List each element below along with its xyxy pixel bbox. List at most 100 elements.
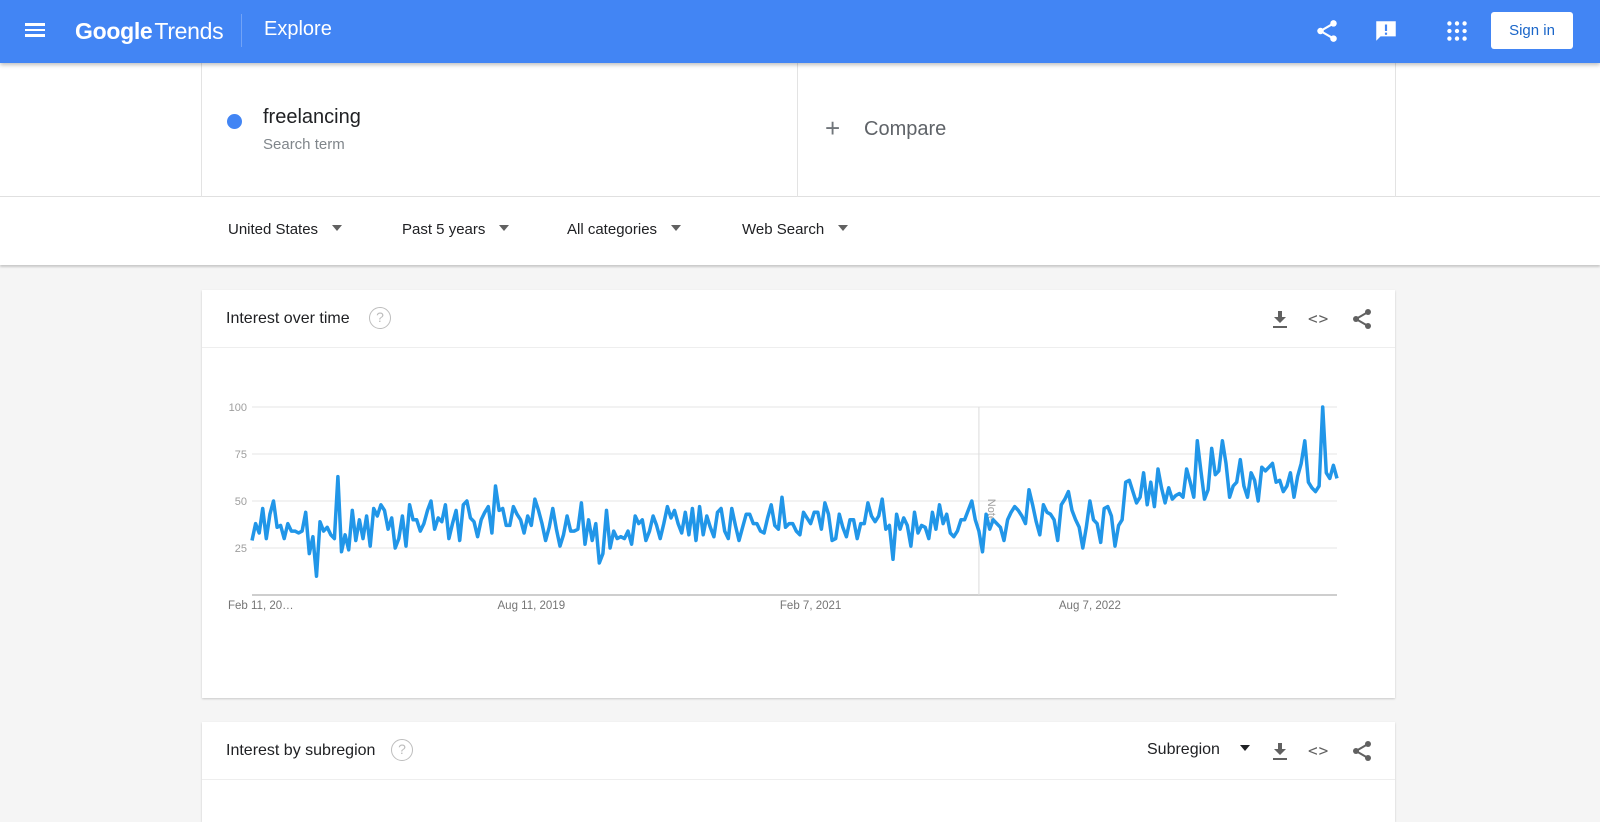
data-point <box>1188 480 1192 484</box>
data-point <box>963 518 967 522</box>
menu-icon[interactable] <box>23 20 47 44</box>
data-point <box>1177 492 1181 496</box>
search-term-card[interactable]: freelancing Search term <box>201 63 798 197</box>
share-icon[interactable] <box>1350 739 1374 763</box>
data-point <box>400 514 404 518</box>
data-point <box>1124 480 1128 484</box>
share-icon[interactable] <box>1314 18 1340 44</box>
data-point <box>504 523 508 527</box>
data-point <box>751 522 755 526</box>
data-point <box>1249 471 1253 475</box>
data-point <box>436 516 440 520</box>
search-term-name[interactable]: freelancing <box>263 106 361 129</box>
data-point <box>834 537 838 541</box>
data-point <box>798 533 802 537</box>
data-point <box>554 527 558 531</box>
x-tick-label: Aug 7, 2022 <box>1059 600 1121 612</box>
data-point <box>336 475 340 479</box>
data-point <box>930 510 934 514</box>
data-point <box>1331 463 1335 467</box>
compare-button[interactable]: + Compare <box>798 63 1396 197</box>
data-point <box>418 529 422 533</box>
data-point <box>529 523 533 527</box>
data-point <box>687 533 691 537</box>
data-point <box>293 529 297 533</box>
data-point <box>816 510 820 514</box>
data-point <box>540 522 544 526</box>
category-value: All categories <box>567 221 658 238</box>
data-point <box>1199 469 1203 473</box>
resolution-dropdown[interactable]: Subregion <box>1147 741 1250 759</box>
help-icon[interactable]: ? <box>391 739 413 761</box>
data-point <box>1066 490 1070 494</box>
data-point <box>780 495 784 499</box>
data-point <box>1034 520 1038 524</box>
data-point <box>873 520 877 524</box>
data-point <box>1163 501 1167 505</box>
google-trends-logo[interactable]: GoogleTrends <box>75 18 224 45</box>
category-dropdown[interactable]: All categories <box>567 221 682 238</box>
data-point <box>1024 522 1028 526</box>
data-point <box>511 505 515 509</box>
data-point <box>1256 499 1260 503</box>
data-point <box>519 518 523 522</box>
data-point <box>959 518 963 522</box>
apps-icon[interactable] <box>1444 18 1470 44</box>
search-property-value: Web Search <box>742 221 825 238</box>
data-point <box>494 484 498 488</box>
page-section-title: Explore <box>264 18 332 40</box>
data-point <box>354 539 358 543</box>
data-point <box>1306 480 1310 484</box>
data-point <box>1195 439 1199 443</box>
download-icon[interactable] <box>1268 739 1292 763</box>
data-point <box>923 525 927 529</box>
feedback-icon[interactable] <box>1373 18 1399 44</box>
data-point <box>1117 523 1121 527</box>
data-point <box>759 529 763 533</box>
data-point <box>250 539 254 543</box>
region-dropdown[interactable]: United States <box>228 221 343 238</box>
interest-over-time-chart[interactable]: 25 50 75 100 Feb 11, 20… Aug 11, 2019 Feb 7, … <box>202 348 1395 698</box>
data-point <box>859 522 863 526</box>
data-point <box>902 516 906 520</box>
share-icon[interactable] <box>1350 307 1374 331</box>
embed-code-icon[interactable]: <> <box>1308 307 1332 331</box>
data-point <box>870 514 874 518</box>
data-point <box>454 508 458 512</box>
data-point <box>501 507 505 511</box>
data-point <box>522 531 526 535</box>
sign-in-button[interactable]: Sign in <box>1491 12 1573 49</box>
data-point <box>264 537 268 541</box>
data-point <box>945 512 949 516</box>
resolution-value: Subregion <box>1147 741 1220 758</box>
data-point <box>909 544 913 548</box>
card-title: Interest by subregion <box>226 742 376 759</box>
download-icon[interactable] <box>1268 307 1292 331</box>
search-property-dropdown[interactable]: Web Search <box>742 221 849 238</box>
data-point <box>665 505 669 509</box>
data-point <box>458 539 462 543</box>
data-point <box>1031 503 1035 507</box>
data-point <box>1095 522 1099 526</box>
data-point <box>1217 469 1221 473</box>
data-point <box>1274 480 1278 484</box>
data-point <box>411 518 415 522</box>
data-point <box>766 516 770 520</box>
time-range-dropdown[interactable]: Past 5 years <box>402 221 510 238</box>
data-point <box>723 529 727 533</box>
data-point <box>404 544 408 548</box>
data-point <box>905 523 909 527</box>
data-point <box>551 507 555 511</box>
data-point <box>386 527 390 531</box>
data-point <box>1213 473 1217 477</box>
help-icon[interactable]: ? <box>369 307 391 329</box>
embed-code-icon[interactable]: <> <box>1308 739 1332 763</box>
data-point <box>705 514 709 518</box>
data-point <box>1310 486 1314 490</box>
data-point <box>537 508 541 512</box>
data-point <box>451 522 455 526</box>
data-point <box>791 522 795 526</box>
data-point <box>576 527 580 531</box>
data-point <box>426 508 430 512</box>
dropdown-arrow-icon <box>332 225 343 232</box>
